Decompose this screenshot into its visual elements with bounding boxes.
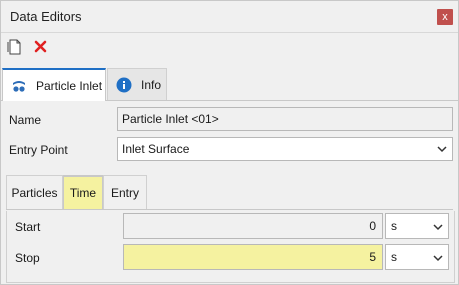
start-unit: s <box>391 219 397 233</box>
start-unit-select[interactable]: s <box>385 213 449 239</box>
toolbar <box>1 33 458 63</box>
name-label: Name <box>9 113 42 127</box>
start-row: Start 0 s <box>7 213 454 241</box>
entry-point-select[interactable]: Inlet Surface <box>117 137 453 161</box>
tab-entry-label: Entry <box>110 185 139 200</box>
tab-entry[interactable]: Entry <box>103 175 147 209</box>
tab-time-label: Time <box>69 186 97 200</box>
close-button[interactable]: x <box>437 9 453 25</box>
tab-info[interactable]: Info <box>107 68 167 100</box>
inlet-subtabs: Particles Time Entry <box>6 175 453 210</box>
editor-tabs: Particle Inlet Info <box>1 68 458 101</box>
stop-value: 5 <box>369 250 376 264</box>
start-label: Start <box>15 220 41 234</box>
chevron-down-icon <box>433 255 443 262</box>
chevron-down-icon <box>433 224 443 231</box>
stop-label: Stop <box>15 251 40 265</box>
new-document-icon <box>7 39 21 55</box>
stop-unit-select[interactable]: s <box>385 244 449 270</box>
tab-particle-inlet[interactable]: Particle Inlet <box>2 68 106 101</box>
tab-info-label: Info <box>141 77 162 92</box>
stop-unit: s <box>391 250 397 264</box>
new-button[interactable] <box>6 38 24 56</box>
particle-inlet-panel: Name Particle Inlet <01> Entry Point Inl… <box>2 101 457 284</box>
entry-point-value: Inlet Surface <box>122 142 190 156</box>
tab-time[interactable]: Time <box>63 175 103 209</box>
delete-x-icon <box>34 40 47 53</box>
chevron-down-icon <box>437 146 447 153</box>
time-panel: Start 0 s Stop 5 s <box>6 211 455 283</box>
entry-point-label: Entry Point <box>9 143 68 157</box>
delete-button[interactable] <box>32 38 50 56</box>
name-field[interactable]: Particle Inlet <01> <box>117 107 453 131</box>
title-bar: Data Editors x <box>1 1 458 33</box>
name-row: Name Particle Inlet <01> <box>2 107 457 133</box>
particle-inlet-icon <box>13 80 25 92</box>
entry-point-row: Entry Point Inlet Surface <box>2 137 457 163</box>
tab-particle-inlet-label: Particle Inlet <box>36 78 103 93</box>
stop-row: Stop 5 s <box>7 244 454 272</box>
start-value-field[interactable]: 0 <box>123 213 383 239</box>
window-title: Data Editors <box>10 9 82 24</box>
start-value: 0 <box>369 219 376 233</box>
data-editors-window: Data Editors x Particle Inlet Info Name … <box>0 0 459 285</box>
info-icon <box>116 77 132 92</box>
tab-particles-label: Particles <box>11 185 58 200</box>
name-value: Particle Inlet <01> <box>122 112 219 126</box>
stop-value-field[interactable]: 5 <box>123 244 383 270</box>
tab-particles[interactable]: Particles <box>6 175 63 209</box>
close-icon: x <box>442 11 448 23</box>
